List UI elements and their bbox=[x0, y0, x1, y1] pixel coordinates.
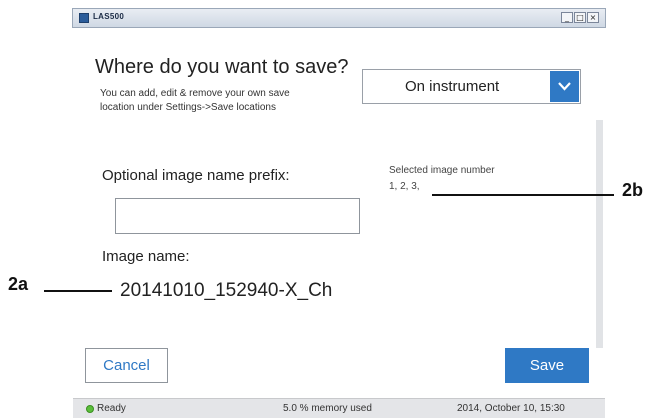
save-location-select[interactable]: On instrument bbox=[362, 69, 581, 104]
callout-2a-line bbox=[44, 290, 112, 292]
image-name-label: Image name: bbox=[102, 248, 190, 265]
save-button[interactable]: Save bbox=[505, 348, 589, 383]
maximize-button[interactable]: □ bbox=[574, 12, 586, 23]
cancel-button[interactable]: Cancel bbox=[85, 348, 168, 383]
app-icon bbox=[79, 13, 89, 23]
close-button[interactable]: × bbox=[587, 12, 599, 23]
selected-image-value: 1, 2, 3, bbox=[389, 181, 420, 192]
selected-image-label: Selected image number bbox=[389, 165, 495, 176]
callout-2b-line bbox=[432, 194, 614, 196]
save-location-value: On instrument bbox=[405, 78, 500, 95]
minimize-button[interactable]: _ bbox=[561, 12, 573, 23]
vertical-scrollbar[interactable] bbox=[596, 120, 603, 348]
image-name-value: 20141010_152940-X_Ch bbox=[120, 280, 333, 301]
description-line-2: location under Settings->Save locations bbox=[100, 102, 276, 113]
prefix-input[interactable] bbox=[115, 198, 360, 234]
page-description: You can add, edit & remove your own save… bbox=[100, 87, 360, 115]
status-bar: Ready 5.0 % memory used 2014, October 10… bbox=[73, 398, 605, 418]
callout-2b: 2b bbox=[622, 180, 644, 200]
dropdown-toggle[interactable] bbox=[550, 71, 579, 102]
prefix-label: Optional image name prefix: bbox=[102, 167, 290, 184]
page-title: Where do you want to save? bbox=[95, 56, 349, 78]
status-ok-icon bbox=[86, 405, 94, 413]
status-memory: 5.0 % memory used bbox=[283, 403, 372, 414]
callout-2a: 2a bbox=[8, 274, 29, 294]
status-ready: Ready bbox=[97, 403, 126, 414]
chevron-down-icon bbox=[558, 82, 571, 91]
status-datetime: 2014, October 10, 15:30 bbox=[457, 403, 565, 414]
window-controls: _ □ × bbox=[561, 12, 599, 23]
title-bar: LAS500 _ □ × bbox=[72, 8, 606, 28]
window-title: LAS500 bbox=[93, 12, 125, 21]
description-line-1: You can add, edit & remove your own save bbox=[100, 88, 290, 99]
